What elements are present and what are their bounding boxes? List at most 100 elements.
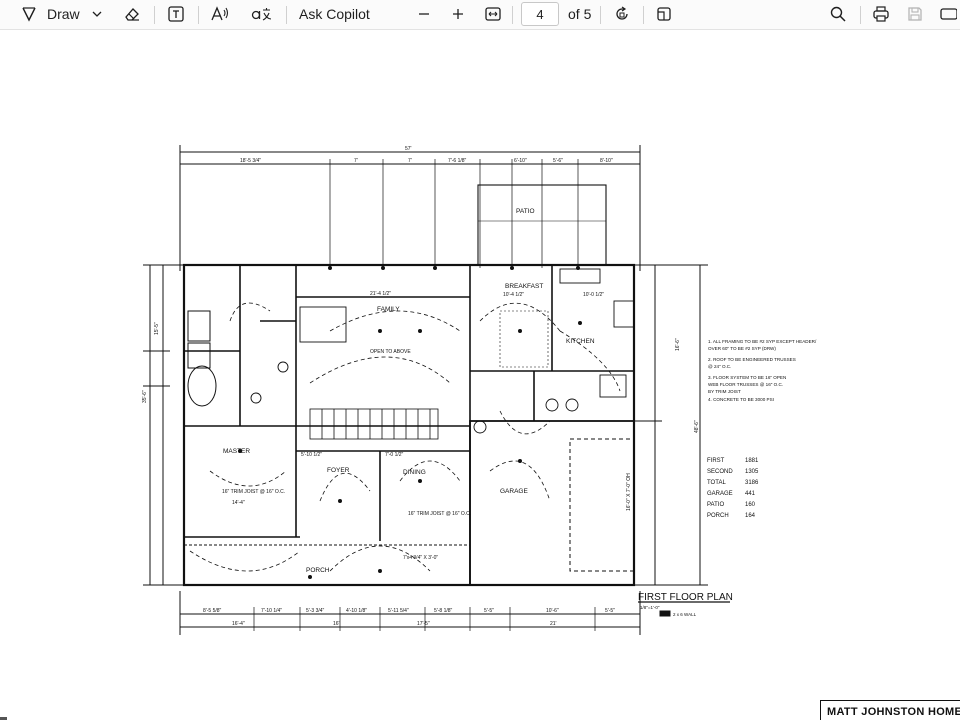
note-line: WEB FLOOR TRUSSES @ 16" O.C. <box>708 382 783 387</box>
dim-top-3: 7' <box>408 158 412 164</box>
dim-bottom-total-1: 16'-4" <box>232 621 245 627</box>
toolbar-divider <box>154 6 155 24</box>
dim-right-2: 48'-6" <box>694 420 700 433</box>
dim-bottom-6: 5'-8 1/8" <box>434 608 453 614</box>
dim-dining-width: 7'-0 1/2" <box>385 452 404 458</box>
read-aloud-icon[interactable] <box>208 3 232 25</box>
dim-bottom-2: 7'-10 1/4" <box>261 608 282 614</box>
plan-title: FIRST FLOOR PLAN <box>638 592 733 603</box>
area-table: FIRST 1881 SECOND 1305 TOTAL 3186 GARAGE… <box>707 458 759 519</box>
area-label: GARAGE <box>707 491 733 497</box>
draw-icon[interactable] <box>16 3 42 25</box>
dim-top-4: 7'-6 1/8" <box>448 158 467 164</box>
toolbar-divider <box>512 6 513 24</box>
dim-bottom-3: 5'-3 3/4" <box>306 608 325 614</box>
ask-copilot-button[interactable]: Ask Copilot <box>299 3 370 25</box>
floor-plan-drawing: PATIO BREAKFAST KITCHEN FAMILY MASTER FO… <box>142 145 817 635</box>
draw-label: Draw <box>47 6 80 22</box>
chevron-down-icon[interactable] <box>88 3 106 25</box>
area-value: 3186 <box>745 480 759 486</box>
more-options-icon[interactable] <box>936 3 960 25</box>
open-to-above-label: OPEN TO ABOVE <box>370 349 411 355</box>
dim-left-1: 15'-5" <box>154 322 160 335</box>
garage-header-note: 16'-0" X 7'-0" OH <box>626 473 632 511</box>
area-label: PORCH <box>707 513 729 519</box>
draw-button[interactable]: Draw <box>47 3 80 25</box>
note-line: 2. ROOF TO BE ENGINEERED TRUSSES <box>708 357 796 362</box>
translate-icon[interactable] <box>248 3 274 25</box>
toolbar-divider <box>198 6 199 24</box>
toolbar-divider <box>600 6 601 24</box>
print-icon[interactable] <box>869 3 893 25</box>
master-joist-note: 16" TRIM JOIST @ 16" O.C. <box>222 489 285 495</box>
dim-master-width: 14'-4" <box>232 500 245 506</box>
room-label-dining: DINING <box>403 469 426 476</box>
dim-bottom-5: 5'-11 5/4" <box>388 608 409 614</box>
room-label-foyer: FOYER <box>327 467 350 474</box>
area-label: SECOND <box>707 469 733 475</box>
area-value: 1881 <box>745 458 759 464</box>
area-label: FIRST <box>707 458 725 464</box>
eraser-icon[interactable] <box>120 3 144 25</box>
scale-note: 1/8"=1'-0" <box>640 605 660 610</box>
toolbar-divider <box>286 6 287 24</box>
pdf-toolbar: Draw Ask Copilot of 5 <box>0 0 960 30</box>
room-label-master: MASTER <box>223 448 250 455</box>
dining-joist-note: 16" TRIM JOIST @ 16" O.C. <box>408 511 471 517</box>
dim-top-5: 6'-10" <box>514 158 527 164</box>
note-line: BY TRIM JOIST <box>708 389 741 394</box>
fit-width-icon[interactable] <box>481 3 505 25</box>
page-total: of 5 <box>568 3 591 25</box>
zoom-in-icon[interactable] <box>448 3 468 25</box>
toolbar-divider <box>643 6 644 24</box>
dim-top-6: 5'-6" <box>553 158 563 164</box>
area-value: 160 <box>745 502 756 508</box>
note-line: OVER 60" TO BE #2 SYP (DRW) <box>708 346 776 351</box>
dim-bottom-1: 8'-5 5/8" <box>203 608 222 614</box>
room-label-kitchen: KITCHEN <box>566 338 595 345</box>
dim-bottom-7: 5'-5" <box>484 608 494 614</box>
area-label: TOTAL <box>707 480 726 486</box>
dim-bottom-total-4: 21' <box>550 621 557 627</box>
dim-bottom-total-2: 16' <box>333 621 340 627</box>
dim-bottom-4: 4'-10 1/8" <box>346 608 367 614</box>
page-number-input[interactable] <box>521 2 559 26</box>
dim-foyer-width: 5'-10 1/2" <box>301 452 322 458</box>
dim-bottom-total-3: 17'-5" <box>417 621 430 627</box>
dim-top-1: 18'-5 3/4" <box>240 158 261 164</box>
area-label: PATIO <box>707 502 724 508</box>
save-icon[interactable] <box>903 3 927 25</box>
company-title-block: MATT JOHNSTON HOMES <box>820 700 960 720</box>
dim-family-width: 21'-4 1/2" <box>370 291 391 297</box>
toolbar-divider <box>860 6 861 24</box>
note-line: @ 24" O.C. <box>708 364 731 369</box>
wall-legend-note: 2 x 6 WALL <box>673 612 697 617</box>
zoom-out-icon[interactable] <box>414 3 434 25</box>
room-label-patio: PATIO <box>516 208 535 215</box>
pdf-document-view[interactable]: PATIO BREAKFAST KITCHEN FAMILY MASTER FO… <box>0 31 960 720</box>
page-view-icon[interactable] <box>652 3 676 25</box>
dim-right-1: 16'-6" <box>675 338 681 351</box>
area-value: 441 <box>745 491 756 497</box>
area-value: 1305 <box>745 469 759 475</box>
search-icon[interactable] <box>826 3 850 25</box>
note-line: 4. CONCRETE TO BE 3000 PSI <box>708 397 774 402</box>
dim-left-2: 35'-6" <box>142 390 148 403</box>
porch-beam-note: 7'x4 3/4" X 3'-0" <box>403 555 438 561</box>
dim-kitchen-width: 10'-0 1/2" <box>583 292 604 298</box>
room-label-family: FAMILY <box>377 306 400 313</box>
dim-top-7: 8'-10" <box>600 158 613 164</box>
ask-copilot-label: Ask Copilot <box>299 6 370 22</box>
dim-overall-top: 57' <box>405 146 412 152</box>
rotate-icon[interactable] <box>610 3 634 25</box>
room-label-garage: GARAGE <box>500 488 528 495</box>
dim-breakfast-width: 10'-4 1/2" <box>503 292 524 298</box>
note-line: 1. ALL FRAMING TO BE #2 SYP EXCEPT HEADE… <box>708 339 817 344</box>
dim-bottom-8: 10'-6" <box>546 608 559 614</box>
note-line: 3. FLOOR SYSTEM TO BE 16" OPEN <box>708 375 786 380</box>
area-value: 164 <box>745 513 756 519</box>
text-box-icon[interactable] <box>164 3 188 25</box>
page-total-label: of 5 <box>568 6 592 22</box>
dim-bottom-9: 5'-5" <box>605 608 615 614</box>
room-label-porch: PORCH <box>306 567 330 574</box>
